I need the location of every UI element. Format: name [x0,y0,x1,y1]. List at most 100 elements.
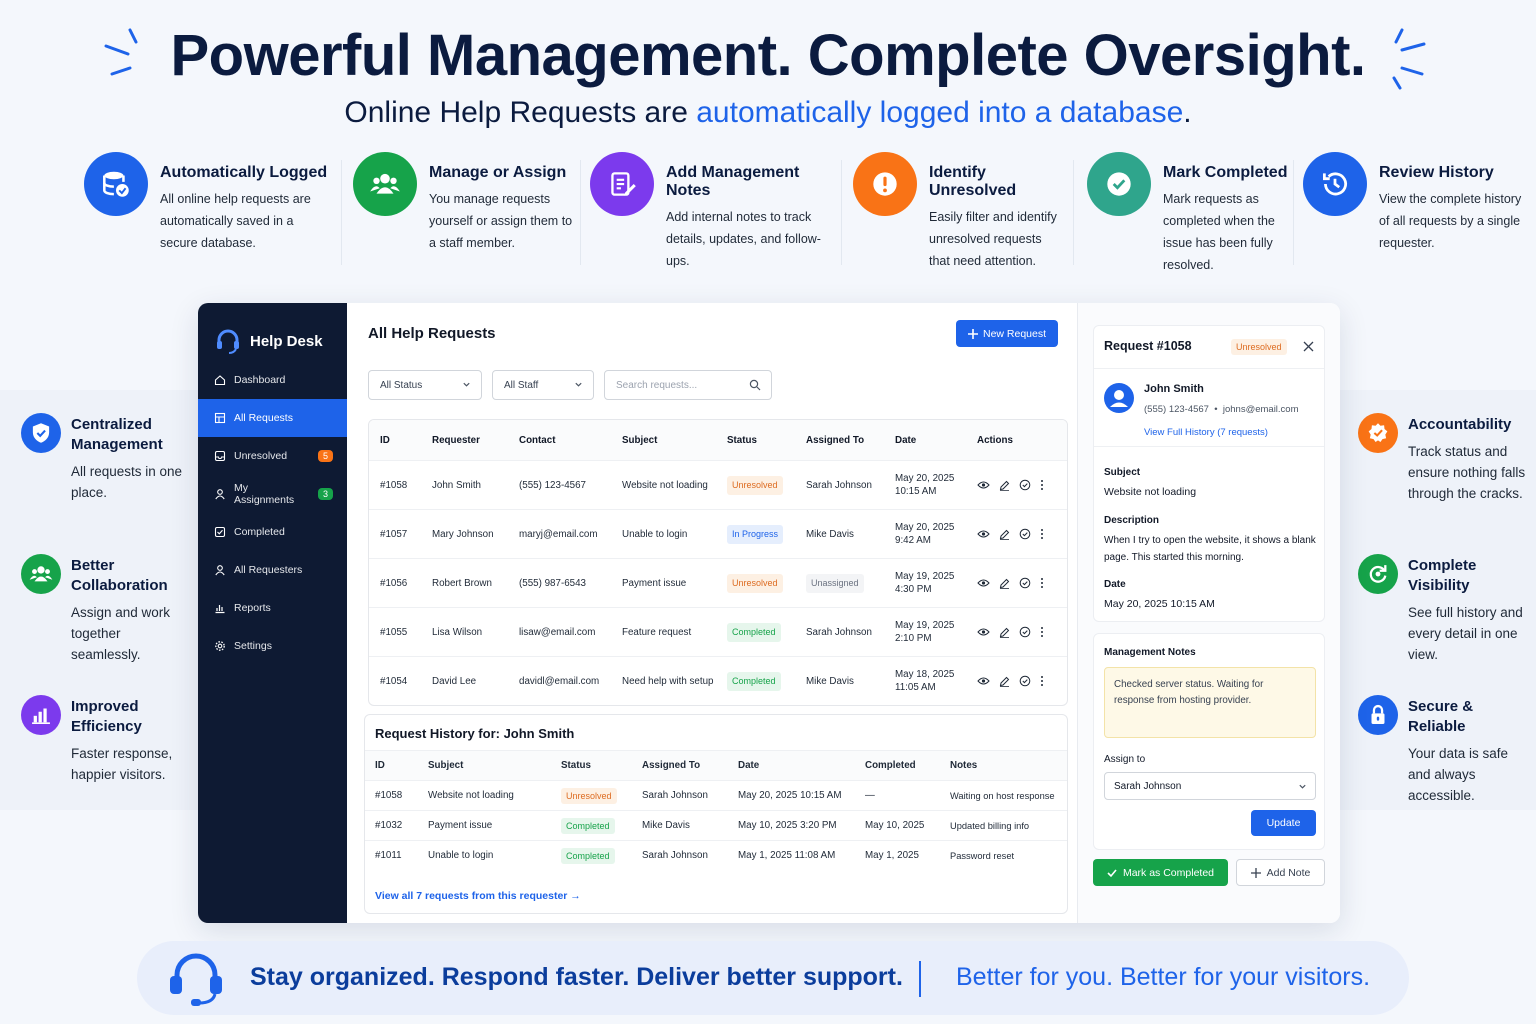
assign-select[interactable]: Sarah Johnson [1104,772,1316,800]
contact: davidl@email.com [519,675,600,687]
feature-note-edit: Add Management Notes Add internal notes … [590,152,838,268]
time: 11:05 AM [895,682,936,693]
table-row[interactable]: #1056 Robert Brown (555) 987-6543 Paymen… [369,558,1067,607]
column-header: Notes [950,760,978,771]
more-icon[interactable] [1040,675,1044,687]
complete-icon[interactable] [1019,479,1031,491]
edit-icon[interactable] [999,529,1010,540]
more-icon[interactable] [1040,479,1044,491]
column-header: ID [375,760,385,771]
request-id: #1055 [380,626,408,638]
more-icon[interactable] [1040,528,1044,540]
sidebar-item-dashboard[interactable]: Dashboard [198,361,347,399]
assigned-to: Sarah Johnson [806,479,872,491]
new-request-button[interactable]: New Request [956,320,1058,347]
date-value: May 20, 2025 10:15 AM [1104,598,1215,610]
assigned-to: Mike Davis [806,528,854,540]
view-icon[interactable] [977,480,990,490]
search-placeholder: Search requests... [616,379,698,391]
column-header: Contact [519,434,556,446]
edit-icon[interactable] [999,578,1010,589]
view-icon[interactable] [977,676,990,686]
subject: Payment issue [622,577,687,589]
edit-icon[interactable] [999,676,1010,687]
divider [841,160,842,265]
complete-icon[interactable] [1019,528,1031,540]
status-filter[interactable]: All Status [368,370,482,400]
status-badge: Unresolved [1231,339,1287,355]
feature-desc: All online help requests are automatical… [160,192,311,250]
table-row[interactable]: #1055 Lisa Wilson lisaw@email.com Featur… [369,607,1067,656]
requester-card: Request #1058 Unresolved John Smith (555… [1093,325,1325,622]
table-row[interactable]: #1054 David Lee davidl@email.com Need he… [369,656,1067,705]
sidebar-item-my-assignments[interactable]: My Assignments 3 [198,475,347,513]
edit-icon[interactable] [999,480,1010,491]
complete-icon[interactable] [1019,577,1031,589]
more-icon[interactable] [1040,577,1044,589]
sidebar-item-all-requests[interactable]: All Requests [198,399,347,437]
sidebar-item-reports[interactable]: Reports [198,589,347,627]
assigned-cell: Mike Davis [806,510,854,558]
chevron-down-icon [1299,784,1306,789]
complete-icon[interactable] [1019,626,1031,638]
update-button[interactable]: Update [1251,810,1316,836]
staff-filter-value: All Staff [504,379,539,391]
count-badge: 5 [317,450,333,462]
view-icon[interactable] [977,627,990,637]
table-row[interactable]: #1057 Mary Johnson maryj@email.com Unabl… [369,509,1067,558]
notes: Waiting on host response [950,790,1055,801]
view-icon[interactable] [977,578,990,588]
date-cell: May 18, 2025 11:05 AM [895,657,954,705]
inbox-icon [214,450,226,462]
assign-label: Assign to [1104,754,1146,765]
staff-filter[interactable]: All Staff [492,370,594,400]
sidebar-item-settings[interactable]: Settings [198,627,347,665]
sidebar-item-label: Unresolved [234,450,288,462]
request-id: #1057 [380,528,408,540]
sidebar-item-unresolved[interactable]: Unresolved 5 [198,437,347,475]
request-history-panel: Request History for: John Smith ID Subjec… [364,714,1068,914]
alert-icon [853,152,917,216]
history-row[interactable]: #1011 Unable to login Completed Sarah Jo… [365,840,1067,870]
avatar [1104,383,1134,413]
edit-icon[interactable] [999,627,1010,638]
history-row[interactable]: #1058 Website not loading Unresolved Sar… [365,780,1067,810]
completed-date: May 10, 2025 [865,820,925,831]
status-cell: Unresolved [561,781,617,810]
search-input[interactable]: Search requests... [604,370,772,400]
requester-contact: (555) 123-4567 • johns@email.com [1144,404,1299,415]
benefit-desc: Your data is safe and always accessible. [1408,746,1509,803]
sidebar-item-completed[interactable]: Completed [198,513,347,551]
date: May 18, 2025 [895,669,955,680]
brand[interactable]: Help Desk [198,303,347,361]
requester: David Lee [432,675,477,687]
management-notes-textarea[interactable]: Checked server status. Waiting for respo… [1104,667,1316,738]
history-row[interactable]: #1032 Payment issue Completed Mike Davis… [365,810,1067,840]
sidebar-item-label: All Requests [234,412,293,424]
row-actions [977,461,1044,509]
assign-value: Sarah Johnson [1114,780,1182,792]
date: May 20, 2025 [895,522,955,533]
view-all-link[interactable]: View all 7 requests from this requester … [375,890,581,902]
requester: Robert Brown [432,577,492,589]
sidebar-item-all-requesters[interactable]: All Requesters [198,551,347,589]
subject-label: Subject [1104,467,1141,478]
complete-icon[interactable] [1019,675,1031,687]
status-badge: Completed [727,622,781,642]
column-header: Status [727,434,757,446]
more-icon[interactable] [1040,626,1044,638]
assigned-to: Sarah Johnson [642,790,708,801]
add-note-button[interactable]: Add Note [1236,859,1325,886]
request-id: #1058 [375,790,403,801]
row-actions [977,608,1044,656]
table-row[interactable]: #1058 John Smith (555) 123-4567 Website … [369,460,1067,509]
refresh-icon [1358,554,1398,594]
notes: Password reset [950,850,1015,861]
mark-completed-button[interactable]: Mark as Completed [1093,859,1228,886]
row-actions [977,559,1044,607]
full-history-link[interactable]: View Full History (7 requests) [1144,424,1268,441]
count-badge: 3 [317,488,333,500]
benefit-refresh: Complete Visibility See full history and… [1358,554,1533,665]
view-icon[interactable] [977,529,990,539]
close-icon[interactable] [1303,341,1314,352]
